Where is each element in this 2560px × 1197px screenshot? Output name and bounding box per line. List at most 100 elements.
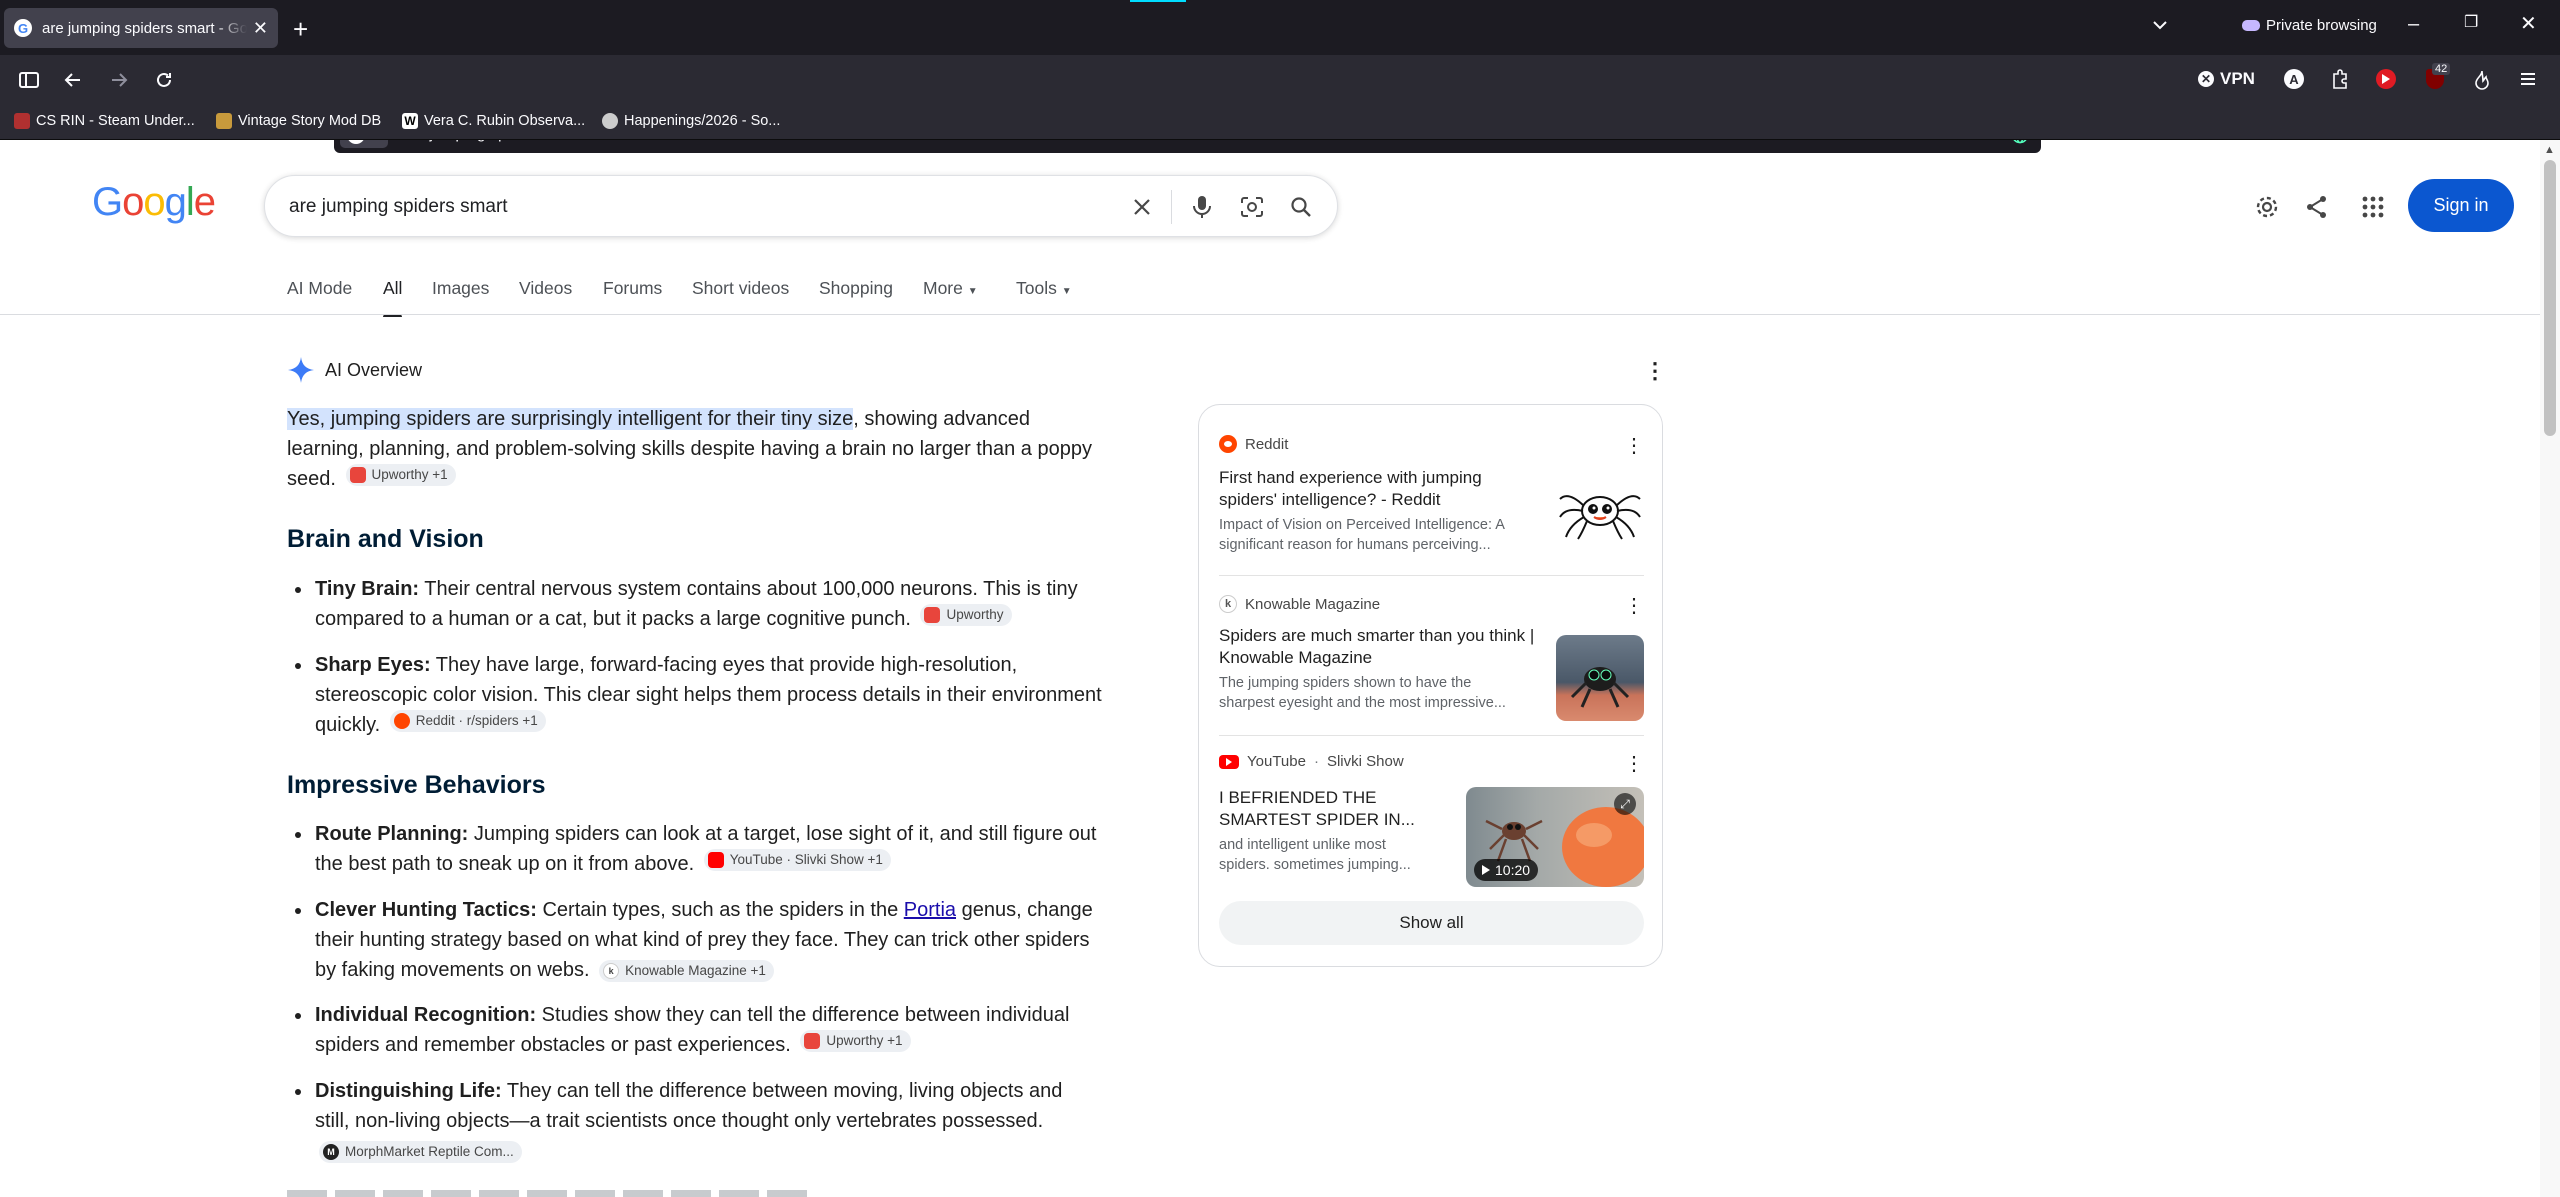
youtube-extension-icon[interactable] bbox=[2376, 69, 2396, 89]
expand-icon[interactable]: ⤢ bbox=[1614, 793, 1636, 815]
list-item: Route Planning: Jumping spiders can look… bbox=[295, 819, 1105, 879]
tab-shopping[interactable]: Shopping bbox=[819, 278, 893, 299]
list-item: Sharp Eyes: They have large, forward-fac… bbox=[295, 650, 1105, 740]
youtube-icon bbox=[1219, 754, 1239, 769]
list-item: Clever Hunting Tactics: Certain types, s… bbox=[295, 895, 1105, 985]
source-card[interactable]: YouTube · Slivki Show ⋮ I BEFRIENDED THE… bbox=[1219, 753, 1644, 893]
source-snippet: Impact of Vision on Perceived Intelligen… bbox=[1219, 517, 1505, 553]
vintage-story-icon bbox=[216, 113, 232, 129]
list-item: Individual Recognition: Studies show the… bbox=[295, 1000, 1105, 1060]
search-input[interactable]: are jumping spiders smart bbox=[289, 196, 508, 218]
clear-icon[interactable] bbox=[1127, 192, 1157, 222]
source-title[interactable]: Spiders are much smarter than you think … bbox=[1219, 625, 1539, 669]
source-chip[interactable]: Upworthy bbox=[920, 604, 1012, 626]
fire-extension-icon[interactable] bbox=[2472, 69, 2492, 91]
video-duration-badge: 10:20 bbox=[1474, 859, 1539, 881]
wikipedia-icon: W bbox=[402, 113, 418, 129]
google-logo[interactable]: Google bbox=[92, 180, 216, 225]
vpn-button[interactable]: ✕ VPN bbox=[2198, 69, 2255, 89]
source-chip[interactable]: Upworthy +1 bbox=[800, 1030, 911, 1052]
source-snippet: and intelligent unlike most spiders. som… bbox=[1219, 837, 1411, 873]
dot-separator: · bbox=[1313, 753, 1319, 770]
reddit-icon bbox=[393, 713, 410, 729]
sign-in-button[interactable]: Sign in bbox=[2408, 179, 2514, 232]
scroll-up-arrow-icon[interactable]: ▲ bbox=[2544, 144, 2555, 156]
new-tab-button[interactable]: + bbox=[293, 16, 308, 42]
scrollbar-thumb[interactable] bbox=[2544, 160, 2556, 436]
sidebar-icon[interactable] bbox=[18, 70, 40, 90]
lens-camera-icon[interactable] bbox=[1237, 192, 1267, 222]
hamburger-menu-icon[interactable] bbox=[2518, 69, 2538, 89]
source-title[interactable]: First hand experience with jumping spide… bbox=[1219, 467, 1539, 511]
show-all-button[interactable]: Show all bbox=[1219, 901, 1644, 945]
apps-grid-icon[interactable] bbox=[2356, 190, 2390, 224]
vpn-off-icon: ✕ bbox=[2198, 71, 2214, 87]
morphmarket-icon: M bbox=[323, 1144, 339, 1160]
ai-overview-header: AI Overview bbox=[287, 356, 422, 384]
truncated-text-line bbox=[287, 1188, 847, 1197]
extension-badge: 42 bbox=[2432, 63, 2451, 75]
header-divider bbox=[0, 314, 2540, 315]
source-chip[interactable]: Reddit · r/spiders +1 bbox=[389, 710, 546, 732]
tab-all[interactable]: All bbox=[383, 278, 403, 317]
source-chip[interactable]: Upworthy +1 bbox=[345, 464, 456, 486]
more-options-icon[interactable]: ⋮ bbox=[1624, 751, 1644, 776]
more-options-icon[interactable]: ⋮ bbox=[1624, 593, 1644, 618]
settings-gear-icon[interactable] bbox=[2250, 190, 2284, 224]
bookmark-item[interactable]: CS RIN - Steam Under... bbox=[14, 113, 195, 129]
source-chip[interactable]: YouTube · Slivki Show +1 bbox=[703, 849, 891, 871]
source-chip[interactable]: k Knowable Magazine +1 bbox=[599, 960, 774, 982]
search-box[interactable]: are jumping spiders smart bbox=[264, 175, 1338, 237]
bookmark-item[interactable]: W Vera C. Rubin Observa... bbox=[402, 113, 585, 129]
account-icon[interactable]: A bbox=[2284, 69, 2304, 89]
tools-button[interactable]: Tools ▼ bbox=[1016, 278, 1072, 299]
search-icon[interactable] bbox=[1286, 192, 1316, 222]
tab-ai-mode[interactable]: AI Mode bbox=[287, 278, 352, 299]
source-title[interactable]: I BEFRIENDED THE SMARTEST SPIDER IN... bbox=[1219, 787, 1439, 831]
sources-panel: Reddit ⋮ First hand experience with jump… bbox=[1198, 404, 1663, 967]
microphone-icon[interactable] bbox=[1187, 192, 1217, 222]
tab-active[interactable]: G are jumping spiders smart - Google Sea… bbox=[4, 8, 278, 48]
source-card[interactable]: Reddit ⋮ First hand experience with jump… bbox=[1219, 435, 1644, 565]
source-snippet: The jumping spiders shown to have the sh… bbox=[1219, 675, 1506, 711]
back-icon[interactable] bbox=[62, 69, 84, 91]
tab-short-videos[interactable]: Short videos bbox=[692, 278, 789, 299]
section-heading: Impressive Behaviors bbox=[287, 771, 546, 799]
tab-videos[interactable]: Videos bbox=[519, 278, 572, 299]
ai-overview-more-icon[interactable]: ⋮ bbox=[1644, 358, 1666, 384]
more-options-icon[interactable]: ⋮ bbox=[1624, 433, 1644, 458]
nav-toolbar: G are jumping spiders smart ✕ VPN A 42 bbox=[0, 55, 2560, 153]
tab-forums[interactable]: Forums bbox=[603, 278, 662, 299]
section-heading: Brain and Vision bbox=[287, 525, 484, 553]
tab-title: are jumping spiders smart - Google Searc… bbox=[42, 19, 247, 37]
extensions-icon[interactable] bbox=[2330, 69, 2350, 91]
tab-more[interactable]: More ▼ bbox=[923, 278, 978, 299]
bookmark-item[interactable]: Happenings/2026 - So... bbox=[602, 113, 780, 129]
minimize-icon[interactable]: – bbox=[2408, 14, 2419, 34]
reload-icon[interactable] bbox=[153, 69, 175, 91]
source-chip[interactable]: M MorphMarket Reptile Com... bbox=[319, 1141, 522, 1163]
bookmark-item[interactable]: Vintage Story Mod DB bbox=[216, 113, 381, 129]
source-site: YouTube · Slivki Show bbox=[1219, 753, 1404, 770]
play-icon bbox=[1482, 865, 1490, 875]
knowable-icon: k bbox=[603, 963, 620, 979]
video-thumbnail[interactable]: ⤢ 10:20 bbox=[1466, 787, 1644, 887]
portia-link[interactable]: Portia bbox=[904, 899, 956, 921]
bookmarks-bar: CS RIN - Steam Under... Vintage Story Mo… bbox=[0, 105, 2560, 140]
source-site: k Knowable Magazine bbox=[1219, 595, 1380, 613]
forward-icon[interactable] bbox=[108, 69, 130, 91]
close-tab-icon[interactable]: ✕ bbox=[253, 18, 268, 39]
restore-icon[interactable]: ❐ bbox=[2464, 15, 2478, 31]
list-tabs-icon[interactable] bbox=[2150, 15, 2170, 35]
tab-images[interactable]: Images bbox=[432, 278, 489, 299]
jumping-spider-photo-thumbnail bbox=[1556, 635, 1644, 721]
source-site: Reddit bbox=[1219, 435, 1288, 453]
gemini-sparkle-icon bbox=[288, 357, 314, 383]
source-divider bbox=[1219, 735, 1644, 736]
gear-favicon-icon bbox=[602, 113, 618, 129]
youtube-icon bbox=[707, 852, 724, 868]
close-window-icon[interactable]: ✕ bbox=[2520, 14, 2537, 34]
caret-down-icon: ▼ bbox=[1061, 286, 1072, 297]
share-icon[interactable] bbox=[2300, 190, 2334, 224]
source-card[interactable]: k Knowable Magazine ⋮ Spiders are much s… bbox=[1219, 595, 1644, 725]
